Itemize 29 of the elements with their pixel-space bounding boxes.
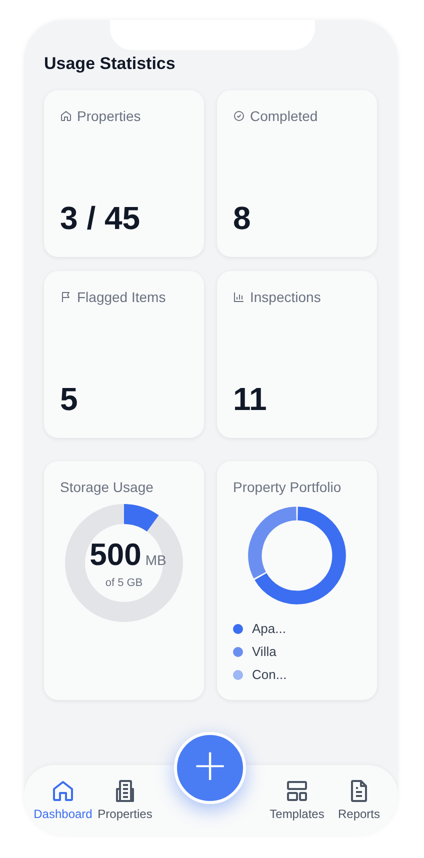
house-icon — [51, 779, 75, 803]
legend-label: Apa... — [252, 621, 286, 636]
nav-tab[interactable]: Dashboard — [32, 779, 94, 821]
bar-chart-icon — [233, 291, 245, 303]
layout-icon — [285, 779, 309, 803]
stat-value: 8 — [233, 200, 252, 237]
nav-tab[interactable]: Properties — [94, 779, 156, 821]
stat-value: 5 — [60, 381, 79, 418]
card-title: Storage Usage — [60, 479, 154, 495]
legend-label: Villa — [252, 644, 276, 659]
storage-caption: of 5 GB — [105, 577, 143, 589]
storage-value: 500 — [90, 537, 142, 573]
stat-label: Inspections — [250, 289, 321, 305]
check-circle-icon — [233, 110, 245, 122]
stat-value: 3 / 45 — [60, 200, 142, 237]
stat-label: Properties — [77, 108, 141, 124]
building-icon — [113, 779, 137, 803]
nav-tab[interactable]: Templates — [266, 779, 328, 821]
stat-label: Completed — [250, 108, 318, 124]
flag-icon — [60, 291, 72, 303]
storage-unit: MB — [145, 552, 166, 568]
section-title: Usage Statistics — [44, 54, 176, 74]
card-title: Property Portfolio — [233, 479, 342, 495]
add-button[interactable]: + — [174, 732, 246, 804]
legend-label: Con... — [252, 667, 287, 682]
house-icon — [60, 110, 72, 122]
stat-label: Flagged Items — [77, 289, 166, 305]
stat-value: 11 — [233, 381, 268, 418]
nav-tab[interactable]: Reports — [328, 779, 390, 821]
